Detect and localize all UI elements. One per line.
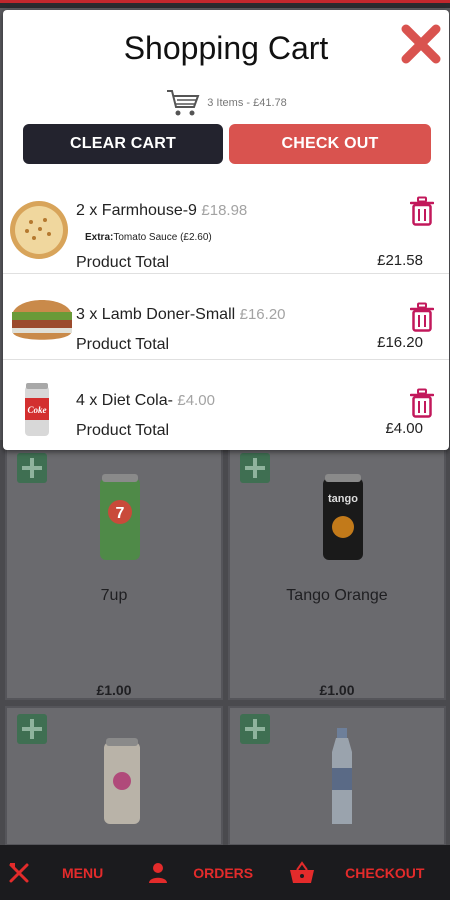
fork-knife-icon	[6, 860, 32, 886]
add-product-button[interactable]	[17, 453, 47, 483]
extra-label: Extra:	[85, 232, 114, 243]
diet-cola-image: Coke	[25, 383, 49, 436]
cart-summary: 3 Items - £41.78	[3, 88, 449, 118]
product-price: £1.00	[319, 682, 355, 698]
product-price: £1.00	[96, 682, 132, 698]
cart-item-price: £4.00	[177, 392, 215, 409]
product-total-label: Product Total	[76, 254, 170, 271]
svg-text:tango: tango	[328, 493, 358, 505]
nav-menu-label: MENU	[62, 864, 104, 881]
cart-item-extra: Extra:Tomato Sauce (£2.60)	[85, 232, 212, 243]
trash-icon[interactable]	[410, 196, 434, 226]
add-product-button[interactable]	[17, 714, 47, 744]
bottom-nav: MENU ORDERS CHECKOUT	[0, 845, 450, 900]
trash-icon[interactable]	[410, 388, 434, 418]
cart-item: 3 x Lamb Doner-Small £16.20 Product Tota…	[3, 274, 449, 360]
cart-icon	[167, 90, 200, 116]
cart-item-price: £18.98	[201, 202, 248, 219]
nav-menu[interactable]: MENU	[6, 845, 103, 900]
svg-text:7: 7	[116, 505, 125, 522]
nav-orders[interactable]: ORDERS	[145, 845, 253, 900]
product-card[interactable]	[228, 706, 446, 846]
cart-item-price: £16.20	[239, 306, 286, 323]
product-total-value: £21.58	[377, 252, 423, 269]
status-bar	[0, 0, 450, 8]
doner-image	[12, 300, 72, 340]
product-card[interactable]: tango Tango Orange £1.00	[228, 445, 446, 700]
cart-item-title: 3 x Lamb Doner-Small £16.20	[76, 306, 286, 324]
product-image-tango: tango	[323, 474, 363, 560]
product-card[interactable]	[5, 706, 223, 846]
trash-icon[interactable]	[410, 302, 434, 332]
cart-summary-text: 3 Items - £41.78	[207, 97, 287, 109]
product-grid: 7 7up £1.00 tango Tango Orange £1.00	[0, 440, 450, 846]
product-image-7up: 7	[100, 474, 140, 560]
cart-item: Coke 4 x Diet Cola- £4.00 Product Total …	[3, 360, 449, 450]
product-name: Tango Orange	[286, 587, 388, 604]
basket-icon	[289, 860, 315, 886]
product-total-value: £16.20	[377, 334, 423, 351]
check-out-button[interactable]: CHECK OUT	[229, 124, 431, 164]
cart-panel: Shopping Cart 3 Items - £41.78 CLEAR CAR…	[3, 10, 449, 450]
product-image-rio	[104, 738, 140, 824]
cart-item: 2 x Farmhouse-9 £18.98 Extra:Tomato Sauc…	[3, 178, 449, 274]
cart-item-title: 2 x Farmhouse-9 £18.98	[76, 202, 247, 220]
nav-orders-label: ORDERS	[193, 864, 254, 881]
cart-item-line: 3 x Lamb Doner-Small	[76, 306, 236, 323]
nav-checkout[interactable]: CHECKOUT	[289, 845, 424, 900]
close-button[interactable]	[399, 22, 443, 66]
product-total-label: Product Total	[76, 336, 170, 353]
product-card[interactable]: 7 7up £1.00	[5, 445, 223, 700]
product-image-water	[332, 728, 352, 824]
nav-checkout-label: CHECKOUT	[345, 864, 425, 881]
svg-text:Coke: Coke	[28, 405, 47, 415]
extra-value: Tomato Sauce (£2.60)	[113, 232, 212, 243]
add-product-button[interactable]	[240, 453, 270, 483]
product-total-value: £4.00	[385, 420, 423, 437]
cart-item-line: 2 x Farmhouse-9	[76, 202, 197, 219]
close-icon	[401, 24, 441, 64]
pizza-image	[10, 201, 68, 259]
cart-title: Shopping Cart	[123, 30, 329, 66]
product-name: 7up	[100, 587, 128, 604]
clear-cart-button[interactable]: CLEAR CART	[23, 124, 223, 164]
user-icon	[145, 860, 171, 886]
cart-item-line: 4 x Diet Cola-	[76, 392, 173, 409]
add-product-button[interactable]	[240, 714, 270, 744]
product-total-label: Product Total	[76, 422, 170, 439]
cart-item-title: 4 x Diet Cola- £4.00	[76, 392, 215, 410]
